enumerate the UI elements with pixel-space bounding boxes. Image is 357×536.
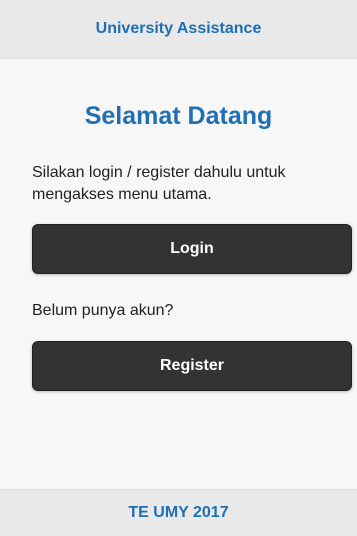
header-bar: University Assistance bbox=[0, 0, 357, 59]
main-content: Selamat Datang Silakan login / register … bbox=[0, 59, 357, 489]
footer-text: TE UMY 2017 bbox=[128, 504, 229, 521]
welcome-heading: Selamat Datang bbox=[84, 102, 273, 130]
no-account-text: Belum punya akun? bbox=[32, 302, 174, 319]
app-window: University Assistance Selamat Datang Sil… bbox=[0, 0, 357, 536]
register-button[interactable]: Register bbox=[32, 341, 352, 391]
header-title: University Assistance bbox=[95, 20, 262, 37]
footer-bar: TE UMY 2017 bbox=[0, 489, 357, 536]
intro-text: Silakan login / register dahulu untuk me… bbox=[32, 164, 286, 203]
login-button[interactable]: Login bbox=[32, 224, 352, 274]
